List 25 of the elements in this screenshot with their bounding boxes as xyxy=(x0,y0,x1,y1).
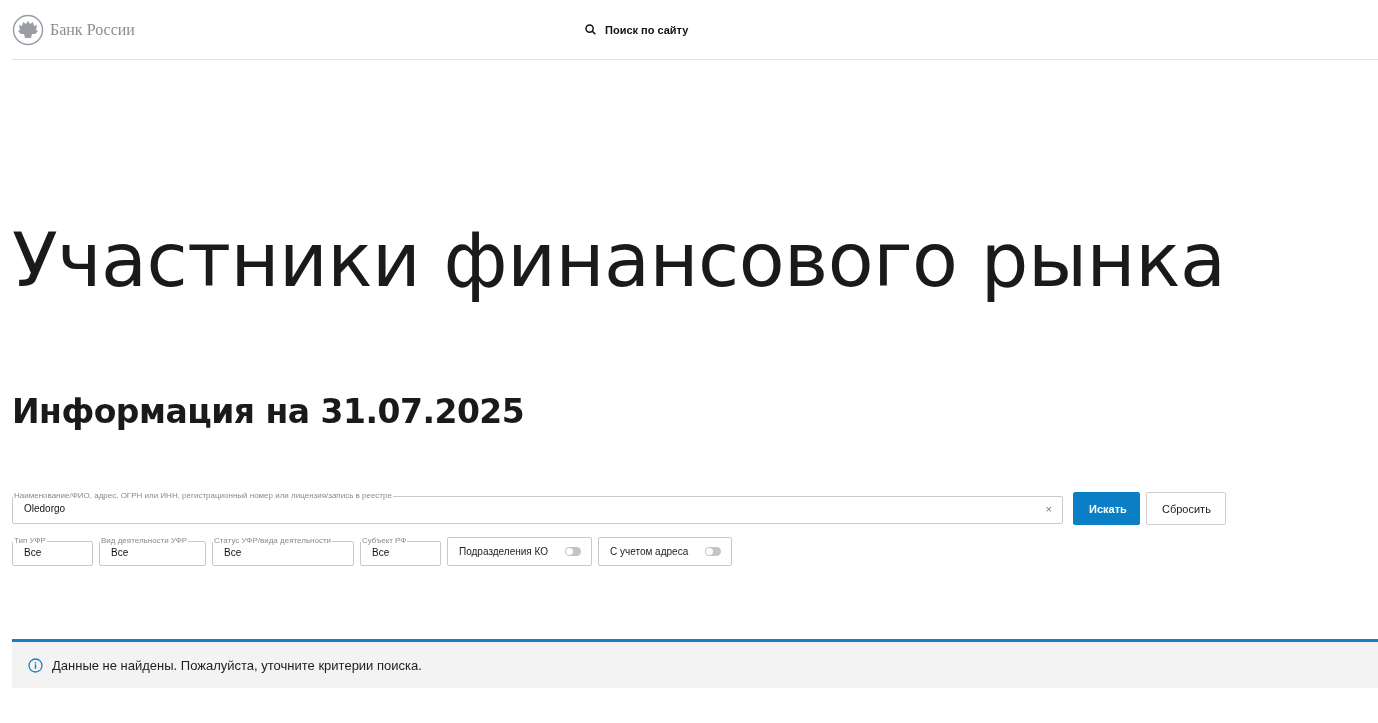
toggle-filter[interactable]: С учетом адреса xyxy=(598,537,733,566)
eagle-emblem-icon xyxy=(12,13,44,46)
clear-button[interactable]: × xyxy=(1045,502,1052,515)
reset-button[interactable]: Сбросить xyxy=(1146,492,1226,525)
site-search-link[interactable]: Поиск по сайту xyxy=(585,23,689,36)
page-title: Участники финансового рынка xyxy=(12,215,1227,306)
filter-label: Статус УФР/вида деятельности xyxy=(213,537,333,545)
toggle-switch[interactable] xyxy=(705,547,722,556)
filter-dropdown[interactable]: Вид деятельности УФР Все xyxy=(99,537,206,566)
info-date-heading: Информация на 31.07.2025 xyxy=(12,392,526,432)
filter-label: Субъект РФ xyxy=(361,537,408,545)
search-button[interactable]: Искать xyxy=(1073,492,1140,525)
filter-dropdown[interactable]: Тип УФР Все xyxy=(12,537,93,566)
search-icon xyxy=(585,24,596,35)
info-icon xyxy=(28,657,43,673)
filter-label: Вид деятельности УФР xyxy=(100,537,189,545)
search-field-label: Наименование/ФИО, адрес, ОГРН или ИНН, регистрационный номер или лицензия/запись в реестре xyxy=(13,492,393,500)
search-field[interactable]: Наименование/ФИО, адрес, ОГРН или ИНН, регистрационный номер или лицензия/запись в реестре Oledorgo × xyxy=(12,492,1063,524)
filter-dropdown[interactable]: Субъект РФ Все xyxy=(360,537,441,566)
no-results-message: Данные не найдены. Пожалуйста, уточните критерии поиска. xyxy=(52,657,422,673)
filter-dropdown[interactable]: Статус УФР/вида деятельности Все xyxy=(212,537,354,566)
filter-label: Тип УФР xyxy=(13,537,47,545)
logo-text: Банк России xyxy=(50,20,135,39)
toggle-switch[interactable] xyxy=(565,547,581,556)
toggle-filter[interactable]: Подразделения КО xyxy=(447,537,592,566)
